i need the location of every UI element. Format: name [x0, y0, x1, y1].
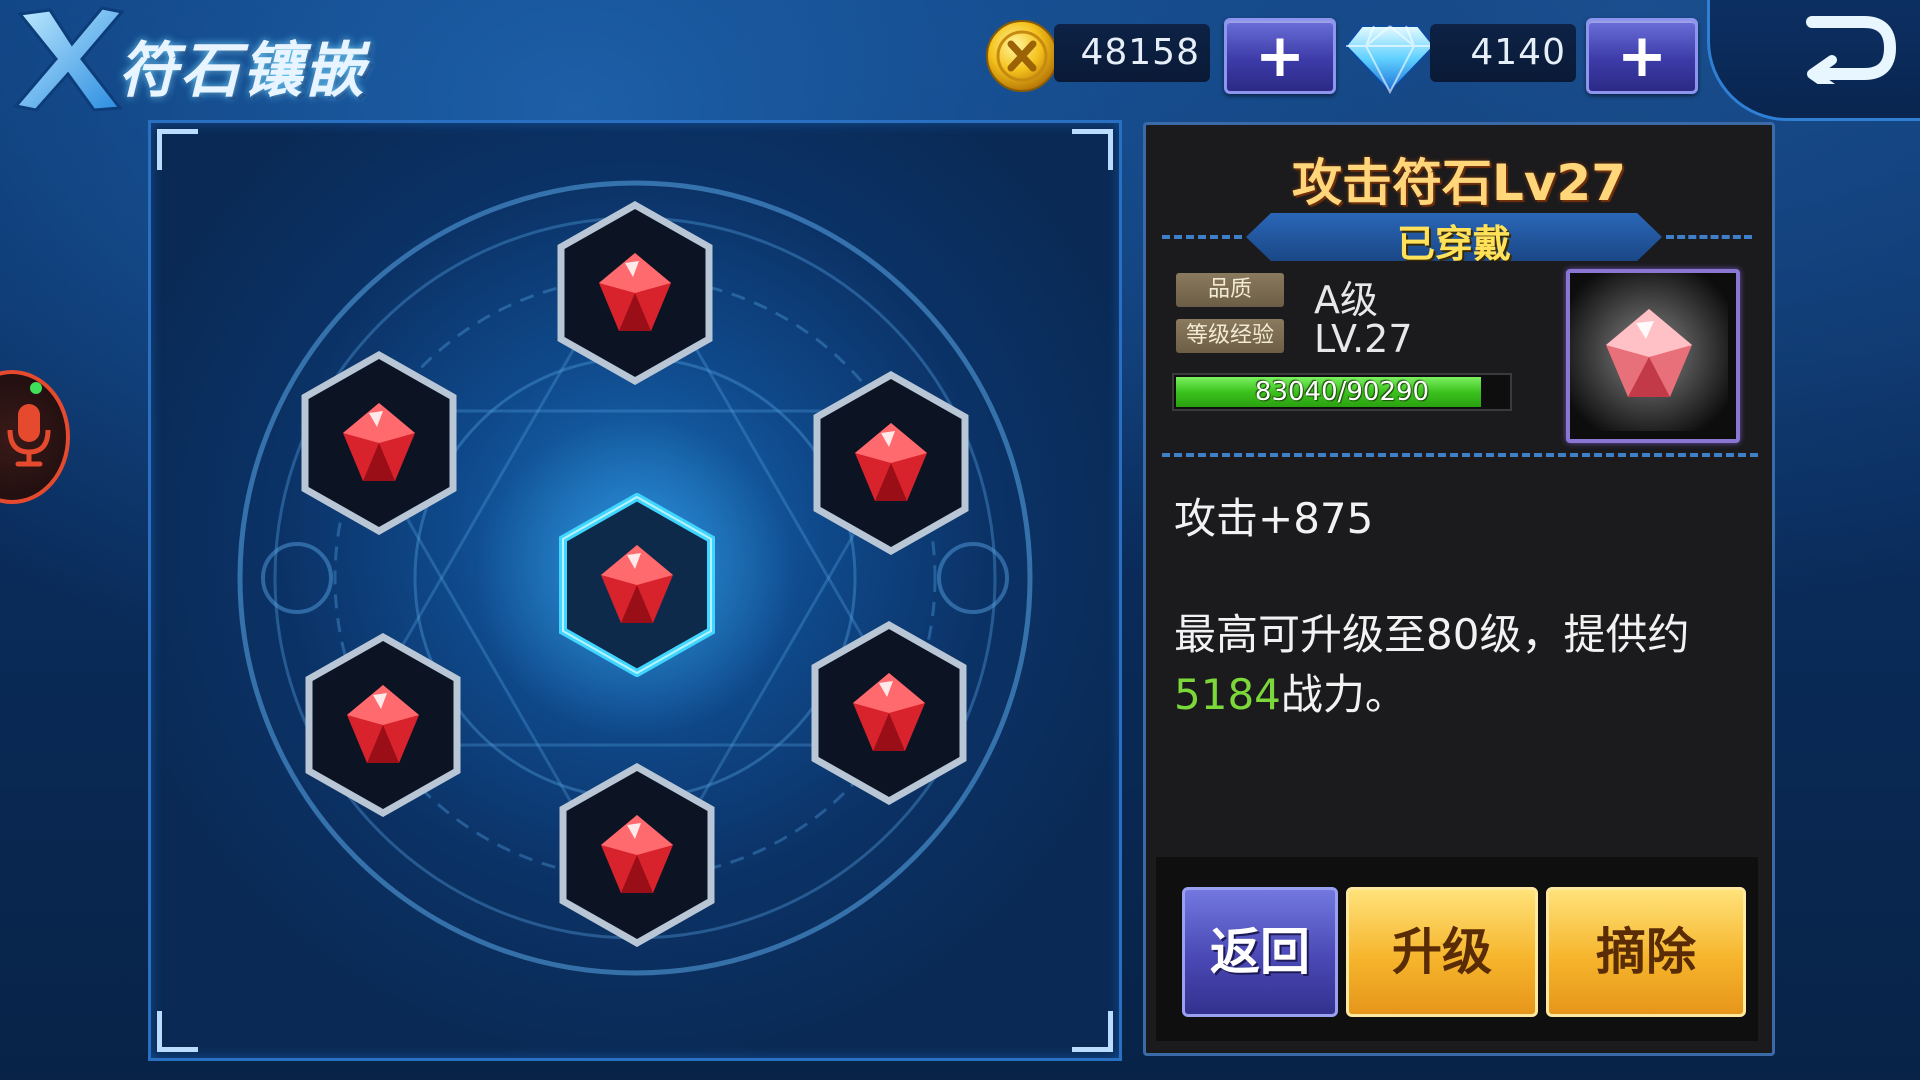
gold-coin-icon [986, 20, 1058, 92]
divider [1162, 453, 1758, 457]
divider [1666, 235, 1752, 239]
red-rune-gem-icon [559, 492, 715, 678]
rune-gem-icon [1570, 273, 1728, 431]
level-value: LV.27 [1314, 317, 1413, 361]
attack-bonus: 攻击+875 [1174, 494, 1374, 543]
upgrade-button[interactable]: 升级 [1346, 887, 1538, 1017]
rune-slot-lower-right[interactable] [809, 620, 969, 806]
add-gold-button[interactable]: + [1224, 18, 1336, 94]
panel-corner-ornament [1072, 129, 1113, 170]
diamond-amount: 4140 [1470, 32, 1566, 73]
rune-slot-lower-left[interactable] [303, 632, 463, 818]
upgrade-description: 最高可升级至80级，提供约 5184战力。 [1174, 605, 1754, 725]
rune-slot-upper-left[interactable] [299, 350, 459, 536]
red-rune-gem-icon [305, 632, 461, 818]
x-emblem-icon [13, 6, 125, 112]
rune-board-panel [148, 120, 1122, 1061]
red-rune-gem-icon [813, 370, 969, 556]
return-button[interactable] [1707, 0, 1920, 121]
panel-corner-ornament [157, 1011, 198, 1052]
rune-slot-bottom[interactable] [557, 762, 717, 948]
title-area: 符石镶嵌 [0, 0, 380, 120]
plus-icon: + [1254, 21, 1306, 91]
quality-value: A级 [1314, 278, 1378, 322]
exp-progress-bar: 83040/90290 [1172, 373, 1512, 411]
gold-currency: 48158 + [984, 18, 1336, 94]
back-button[interactable]: 返回 [1182, 887, 1338, 1017]
red-rune-gem-icon [557, 200, 713, 386]
rune-detail-panel: 攻击符石Lv27 已穿戴 品质 A级 等级经验 LV.27 83040/9029… [1143, 122, 1775, 1056]
gold-amount-field: 48158 [1054, 24, 1210, 82]
exp-progress-text: 83040/90290 [1254, 377, 1430, 407]
diamond-amount-field: 4140 [1430, 24, 1576, 82]
panel-corner-ornament [157, 129, 198, 170]
add-diamond-button[interactable]: + [1586, 18, 1698, 94]
quality-label: 品质 [1176, 273, 1284, 307]
microphone-icon [7, 404, 51, 467]
rune-slot-upper-right[interactable] [811, 370, 971, 556]
rune-slot-center[interactable] [557, 492, 717, 678]
item-name: 攻击符石Lv27 [1291, 154, 1627, 212]
level-label: 等级经验 [1176, 319, 1284, 353]
red-rune-gem-icon [301, 350, 457, 536]
page-title: 符石镶嵌 [118, 36, 366, 106]
red-rune-gem-icon [811, 620, 967, 806]
equipped-banner: 已穿戴 [1246, 213, 1662, 261]
action-bar: 返回 升级 摘除 [1156, 857, 1758, 1041]
red-rune-gem-icon [559, 762, 715, 948]
description-text-end: 战力。 [1280, 670, 1407, 719]
panel-corner-ornament [1072, 1011, 1113, 1052]
gold-amount: 48158 [1080, 32, 1200, 73]
divider [1162, 235, 1242, 239]
plus-icon: + [1616, 21, 1668, 91]
equipped-status: 已穿戴 [1396, 222, 1511, 266]
diamond-currency: 4140 + [1344, 18, 1698, 94]
remove-button[interactable]: 摘除 [1546, 887, 1746, 1017]
rune-slot-top[interactable] [555, 200, 715, 386]
diamond-icon [1344, 25, 1436, 94]
description-text: 最高可升级至80级，提供约 [1174, 610, 1690, 659]
return-arrow-icon [1806, 16, 1897, 84]
online-indicator [30, 382, 42, 394]
item-preview-frame [1566, 269, 1740, 443]
combat-power-value: 5184 [1174, 670, 1281, 719]
